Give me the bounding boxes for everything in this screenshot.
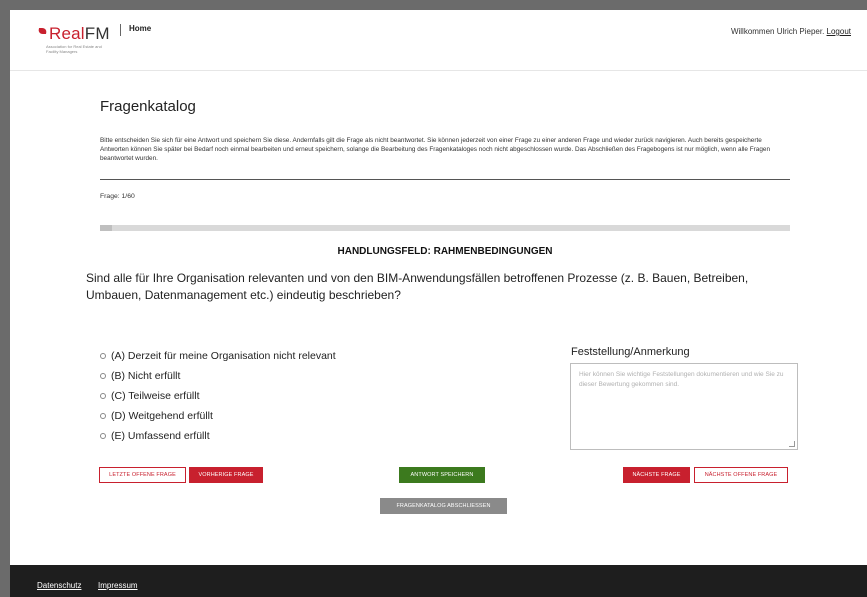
option-d[interactable]: (D) Weitgehend erfüllt [100, 406, 336, 426]
option-c[interactable]: (C) Teilweise erfüllt [100, 386, 336, 406]
welcome-text: Willkommen Ulrich Pieper. [730, 27, 825, 36]
option-e[interactable]: (E) Umfassend erfüllt [100, 426, 336, 446]
radio-icon[interactable] [100, 413, 106, 419]
footer: Datenschutz Impressum [10, 565, 867, 597]
realfm-logo[interactable]: RealFM Association for Real Estate and F… [36, 24, 110, 54]
radio-icon[interactable] [100, 433, 106, 439]
logout-link[interactable]: Logout [827, 27, 851, 36]
radio-icon[interactable] [100, 373, 106, 379]
question-text: Sind alle für Ihre Organisation relevant… [86, 271, 749, 302]
logo-tagline: Association for Real Estate and Facility… [46, 44, 102, 54]
section-heading: HANDLUNGSFELD: RAHMENBEDINGUNGEN [337, 246, 553, 257]
radio-icon[interactable] [100, 393, 106, 399]
progress-fill [100, 225, 112, 231]
option-label: (D) Weitgehend erfüllt [111, 410, 213, 422]
option-label: (B) Nicht erfüllt [111, 370, 181, 382]
divider [100, 179, 790, 180]
save-answer-button[interactable]: ANTWORT SPEICHERN [399, 467, 485, 483]
answer-options: (A) Derzeit für meine Organisation nicht… [100, 346, 336, 446]
intro-text: Bitte entscheiden Sie sich für eine Antw… [100, 137, 771, 162]
header-divider [120, 24, 121, 36]
note-textarea[interactable]: Hier können Sie wichtige Feststellungen … [570, 363, 798, 450]
note-label: Feststellung/Anmerkung [571, 346, 690, 358]
next-question-button[interactable]: NÄCHSTE FRAGE [623, 467, 690, 483]
nav-home-link[interactable]: Home [129, 24, 151, 33]
option-label: (E) Umfassend erfüllt [111, 430, 210, 442]
option-label: (A) Derzeit für meine Organisation nicht… [111, 350, 336, 362]
privacy-link[interactable]: Datenschutz [37, 581, 81, 590]
next-open-question-button[interactable]: NÄCHSTE OFFENE FRAGE [694, 467, 788, 483]
option-label: (C) Teilweise erfüllt [111, 390, 200, 402]
imprint-link[interactable]: Impressum [98, 581, 138, 590]
option-a[interactable]: (A) Derzeit für meine Organisation nicht… [100, 346, 336, 366]
app-window: RealFM Association for Real Estate and F… [10, 10, 867, 597]
welcome-message: Willkommen Ulrich Pieper. Logout [731, 27, 851, 36]
radio-icon[interactable] [100, 353, 106, 359]
question-counter: Frage: 1/60 [100, 193, 135, 200]
progress-bar [100, 225, 790, 231]
resize-handle-icon[interactable] [789, 441, 795, 447]
logo-mark-icon [36, 27, 49, 34]
header: RealFM Association for Real Estate and F… [10, 10, 867, 71]
previous-question-button[interactable]: VORHERIGE FRAGE [189, 467, 263, 483]
logo-prefix: Real [49, 24, 85, 43]
logo-suffix: FM [84, 24, 110, 43]
option-b[interactable]: (B) Nicht erfüllt [100, 366, 336, 386]
last-open-question-button[interactable]: LETZTE OFFENE FRAGE [99, 467, 186, 483]
finish-catalog-button[interactable]: FRAGENKATALOG ABSCHLIESSEN [380, 498, 507, 514]
note-placeholder: Hier können Sie wichtige Feststellungen … [579, 371, 784, 388]
page-title: Fragenkatalog [100, 98, 196, 115]
